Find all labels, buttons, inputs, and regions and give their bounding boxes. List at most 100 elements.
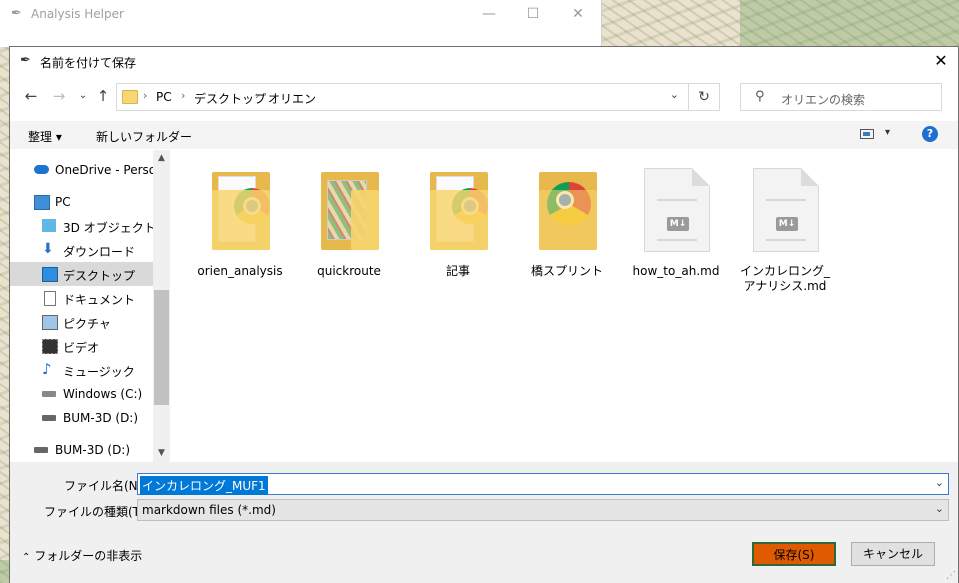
folder-front: [430, 190, 488, 250]
breadcrumb-pc[interactable]: PC: [156, 90, 172, 104]
help-icon[interactable]: ?: [922, 126, 938, 142]
markdown-file-icon: M↓: [644, 168, 710, 252]
view-options-icon[interactable]: [860, 129, 874, 139]
dialog-close-button[interactable]: ✕: [930, 50, 952, 72]
file-name: インカレロング_アナリシス.md: [739, 264, 830, 293]
nav-item-drive-d-network[interactable]: BUM-3D (D:): [10, 438, 153, 462]
download-icon: ⬇: [42, 241, 54, 257]
nav-item-music[interactable]: ♪ ミュージック: [10, 358, 153, 382]
chevron-down-icon[interactable]: ⌄: [670, 88, 679, 101]
nav-label: Windows (C:): [63, 387, 143, 401]
navigation-pane: OneDrive - Person PC 3D オブジェクト ⬇ ダウンロード …: [10, 150, 170, 462]
file-name: 記事: [445, 264, 470, 278]
back-arrow-icon[interactable]: ←: [22, 87, 40, 105]
hide-folders-toggle[interactable]: ⌃ フォルダーの非表示: [22, 547, 142, 564]
scroll-thumb[interactable]: [154, 290, 169, 405]
minimize-button[interactable]: —: [474, 4, 504, 24]
breadcrumb-orien[interactable]: オリエン: [268, 90, 316, 107]
drive-d-icon: [42, 415, 56, 421]
save-panel: ファイル名(N): インカレロング_MUF1 ⌄ ファイルの種類(T): mar…: [10, 462, 958, 583]
nav-item-documents[interactable]: ドキュメント: [10, 286, 153, 310]
dialog-titlebar: ✒ 名前を付けて保存 ✕: [10, 47, 958, 77]
nav-scrollbar[interactable]: ▲ ▼: [153, 150, 170, 462]
filetype-label: ファイルの種類(T):: [44, 505, 149, 519]
resize-grip-icon[interactable]: ⋰: [946, 570, 956, 581]
search-placeholder: オリエンの検索: [781, 93, 866, 107]
up-arrow-icon[interactable]: ↑: [94, 87, 112, 105]
nav-item-pictures[interactable]: ピクチャ: [10, 310, 153, 334]
organize-button[interactable]: 整理 ▾: [28, 128, 62, 145]
filename-value: インカレロング_MUF1: [140, 476, 268, 495]
nav-label: PC: [55, 195, 71, 209]
3d-objects-icon: [42, 219, 56, 232]
nav-label: ドキュメント: [63, 293, 136, 307]
scroll-down-icon[interactable]: ▼: [153, 445, 170, 462]
nav-label: デスクトップ: [63, 269, 136, 283]
window-title: Analysis Helper: [31, 7, 124, 21]
close-button[interactable]: ✕: [563, 4, 593, 24]
filename-input[interactable]: インカレロング_MUF1 ⌄: [137, 473, 949, 495]
music-icon: ♪: [42, 360, 52, 378]
drive-c-icon: [42, 391, 56, 397]
filename-label: ファイル名(N):: [64, 479, 147, 493]
forward-arrow-icon[interactable]: →: [50, 87, 68, 105]
pictures-icon: [42, 315, 58, 330]
file-name: orien_analysis: [197, 264, 283, 278]
feather-app-icon: ✒: [11, 6, 22, 21]
maximize-button[interactable]: ☐: [518, 4, 548, 24]
nav-label: OneDrive - Person: [55, 163, 164, 177]
search-icon: ⚲: [755, 89, 765, 104]
nav-label: BUM-3D (D:): [63, 411, 139, 425]
file-name: how_to_ah.md: [632, 264, 720, 278]
nav-item-onedrive[interactable]: OneDrive - Person: [10, 158, 164, 182]
command-bar: 整理 ▾ 新しいフォルダー ▾ ?: [10, 121, 958, 149]
md-badge: M↓: [776, 217, 798, 231]
nav-item-videos[interactable]: ビデオ: [10, 334, 153, 358]
feather-app-icon: ✒: [20, 53, 31, 68]
chevron-right-icon[interactable]: ›: [255, 89, 259, 102]
nav-label: BUM-3D (D:): [55, 443, 131, 457]
address-bar[interactable]: › PC › デスクトップ › オリエン ⌄ ↻: [116, 83, 720, 111]
file-name: 橋スプリント: [530, 264, 603, 278]
view-dropdown-icon[interactable]: ▾: [885, 127, 890, 138]
file-list: orien_analysis quickroute 記事 橋スプリント M↓ h…: [170, 150, 959, 462]
nav-item-3d-objects[interactable]: 3D オブジェクト: [10, 214, 156, 238]
chevron-up-icon: ⌃: [22, 552, 31, 563]
folder-front: [539, 190, 597, 250]
save-as-dialog: ✒ 名前を付けて保存 ✕ ← → ⌄ ↑ › PC › デスクトップ › オリエ…: [9, 46, 959, 583]
navigation-bar: ← → ⌄ ↑ › PC › デスクトップ › オリエン ⌄ ↻ ⚲ オリエンの…: [10, 81, 958, 113]
chevron-down-icon[interactable]: ⌄: [935, 502, 944, 515]
folder-icon: [122, 90, 138, 104]
drive-d-icon: [34, 447, 48, 453]
nav-item-desktop[interactable]: デスクトップ: [10, 262, 153, 286]
chevron-right-icon[interactable]: ›: [181, 89, 185, 102]
filetype-value: markdown files (*.md): [142, 503, 276, 517]
nav-item-drive-c[interactable]: Windows (C:): [10, 382, 153, 406]
hide-folders-label: フォルダーの非表示: [34, 549, 143, 563]
chevron-down-icon[interactable]: ⌄: [935, 476, 944, 489]
recent-dropdown-icon[interactable]: ⌄: [74, 87, 92, 105]
new-folder-button[interactable]: 新しいフォルダー: [96, 128, 192, 145]
nav-label: ビデオ: [63, 341, 100, 355]
search-box[interactable]: ⚲ オリエンの検索: [740, 83, 942, 111]
nav-label: ピクチャ: [63, 317, 111, 331]
chevron-right-icon[interactable]: ›: [143, 89, 147, 102]
markdown-file-icon: M↓: [753, 168, 819, 252]
scroll-up-icon[interactable]: ▲: [153, 150, 170, 167]
documents-icon: [44, 291, 56, 306]
filetype-select[interactable]: markdown files (*.md) ⌄: [137, 499, 949, 521]
nav-item-downloads[interactable]: ⬇ ダウンロード: [10, 238, 153, 262]
nav-item-drive-d[interactable]: BUM-3D (D:): [10, 406, 153, 430]
refresh-icon[interactable]: ↻: [688, 84, 719, 110]
nav-label: ダウンロード: [63, 245, 136, 259]
save-button[interactable]: 保存(S): [752, 542, 836, 566]
nav-label: ミュージック: [63, 365, 135, 379]
folder-front: [212, 190, 270, 250]
cancel-button[interactable]: キャンセル: [851, 542, 935, 566]
dialog-title: 名前を付けて保存: [40, 56, 137, 70]
file-name: quickroute: [317, 264, 381, 278]
md-badge: M↓: [667, 217, 689, 231]
nav-item-pc[interactable]: PC: [10, 190, 153, 214]
folder-front: [351, 190, 379, 250]
analysis-helper-window[interactable]: ✒ Analysis Helper — ☐ ✕: [0, 0, 602, 47]
